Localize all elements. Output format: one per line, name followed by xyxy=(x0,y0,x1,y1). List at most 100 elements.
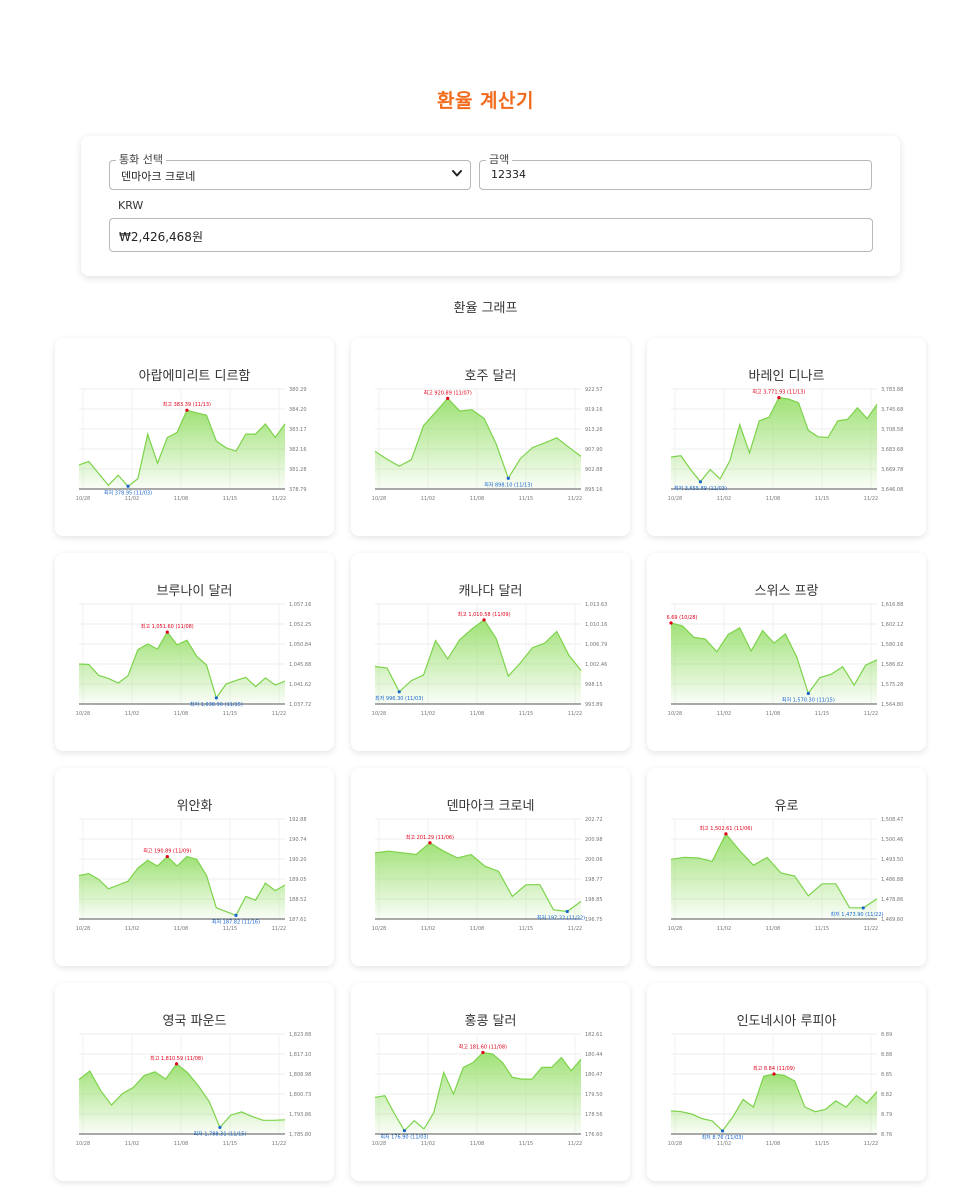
x-tick-label: 11/08 xyxy=(766,496,780,502)
min-marker xyxy=(214,696,218,700)
x-tick-label: 11/02 xyxy=(421,1141,435,1147)
y-tick-label: 384.20 xyxy=(289,407,307,413)
krw-result-value: ₩2,426,468원 xyxy=(119,230,203,244)
currency-select-legend: 통화 선택 xyxy=(116,152,166,168)
x-tick-label: 11/08 xyxy=(470,496,484,502)
x-tick-label: 11/22 xyxy=(864,1141,878,1147)
x-tick-label: 10/28 xyxy=(372,926,386,932)
chart-card: 유로 1,508.47 1,500.46 1,493.50 1,486.88 1,478.… xyxy=(647,768,926,966)
page-title: 환율 계산기 xyxy=(436,90,534,112)
x-tick-label: 11/08 xyxy=(174,711,188,717)
min-label: 최저 3,655.89 (11/03) xyxy=(674,485,727,492)
chart-title: 영국 파운드 xyxy=(162,1014,227,1029)
max-marker xyxy=(481,1050,485,1055)
x-tick-label: 11/08 xyxy=(470,711,484,717)
min-marker xyxy=(720,1129,725,1133)
x-tick-label: 11/15 xyxy=(519,496,533,502)
y-tick-label: 1,041.62 xyxy=(289,682,311,688)
x-tick-label: 11/15 xyxy=(815,711,829,717)
y-tick-label: 202.72 xyxy=(585,817,603,823)
y-tick-label: 383.17 xyxy=(289,427,307,433)
y-tick-label: 8.76 xyxy=(881,1132,892,1138)
y-tick-label: 1,602.12 xyxy=(881,622,903,628)
x-tick-label: 10/28 xyxy=(668,1141,682,1147)
y-tick-label: 180.47 xyxy=(585,1072,603,1078)
y-tick-label: 993.89 xyxy=(585,702,603,708)
min-marker xyxy=(402,1129,407,1133)
max-label: 최고 1,010.58 (11/09) xyxy=(458,611,511,618)
x-tick-label: 10/28 xyxy=(668,711,682,717)
amount-field-value[interactable]: 12334 xyxy=(491,168,526,181)
x-tick-label: 10/28 xyxy=(668,926,682,932)
exchange-rate-chart: 1,823.88 1,817.10 1,808.98 1,800.73 1,793.86… xyxy=(76,1032,311,1147)
y-tick-label: 3,683.68 xyxy=(881,447,903,453)
max-marker xyxy=(772,1072,776,1076)
min-label: 최저 1,570.30 (11/15) xyxy=(782,696,835,703)
x-tick-label: 11/15 xyxy=(519,1141,533,1147)
amount-field[interactable]: 금액 12334 xyxy=(479,152,872,190)
y-tick-label: 380.29 xyxy=(289,387,307,393)
x-tick-label: 10/28 xyxy=(76,1141,90,1147)
series-area xyxy=(671,833,877,919)
max-marker xyxy=(428,841,432,845)
exchange-rate-chart: 192.88 190.74 190.20 189.05 188.52 187.61 10/2… xyxy=(76,817,307,932)
y-tick-label: 178.56 xyxy=(585,1112,603,1118)
krw-result-field: ₩2,426,468원 xyxy=(109,218,873,252)
min-marker xyxy=(506,476,510,480)
max-marker xyxy=(669,621,673,625)
x-tick-label: 10/28 xyxy=(372,711,386,717)
x-tick-label: 11/22 xyxy=(568,926,582,932)
y-tick-label: 3,783.88 xyxy=(881,387,903,393)
max-label: 최고 190.89 (11/09) xyxy=(143,848,191,855)
x-tick-label: 11/15 xyxy=(223,711,237,717)
y-tick-label: 1,817.10 xyxy=(289,1052,311,1058)
chevron-down-icon[interactable] xyxy=(450,166,464,182)
y-tick-label: 1,006.79 xyxy=(585,642,607,648)
y-tick-label: 190.74 xyxy=(289,837,307,843)
max-label: 최고 383.39 (11/13) xyxy=(163,401,211,408)
exchange-rate-chart: 8.89 8.88 8.85 8.82 8.79 8.76 10/28 11/02 11/08 1… xyxy=(668,1032,892,1147)
y-tick-label: 1,575.28 xyxy=(881,682,903,688)
y-tick-label: 180.44 xyxy=(585,1052,603,1058)
y-tick-label: 200.98 xyxy=(585,837,603,843)
max-label: 최고 1,502.61 (11/06) xyxy=(699,825,752,832)
chart-title: 홍콩 달러 xyxy=(464,1014,517,1029)
x-tick-label: 11/22 xyxy=(272,496,286,502)
max-label: 최고 3,771.93 (11/13) xyxy=(752,389,805,396)
x-tick-label: 11/22 xyxy=(568,496,582,502)
y-tick-label: 8.89 xyxy=(881,1032,892,1038)
chart-title: 바레인 디나르 xyxy=(748,369,825,384)
chart-title: 인도네시아 루피아 xyxy=(736,1014,837,1029)
max-label: 최고 201.29 (11/06) xyxy=(406,834,454,841)
chart-title: 유로 xyxy=(774,799,799,814)
min-marker xyxy=(126,484,130,488)
y-tick-label: 1,478.86 xyxy=(881,897,903,903)
max-marker xyxy=(165,630,169,634)
series-area xyxy=(671,397,877,489)
min-label: 최저 176.90 (11/03) xyxy=(380,1134,428,1141)
x-tick-label: 11/08 xyxy=(174,1141,188,1147)
series-area xyxy=(375,619,581,704)
y-tick-label: 1,057.16 xyxy=(289,602,311,608)
max-marker xyxy=(777,396,781,400)
x-tick-label: 11/08 xyxy=(174,496,188,502)
exchange-rate-chart: 1,057.16 1,052.25 1,050.84 1,045.88 1,041.62… xyxy=(76,602,311,717)
min-marker xyxy=(698,480,703,484)
exchange-rate-chart: 380.29 384.20 383.17 382.16 381.28 378.79 10/2… xyxy=(76,387,307,502)
exchange-rate-chart: 182.61 180.44 180.47 179.50 178.56 176.60 10/2… xyxy=(372,1032,603,1147)
calculator-card: 통화 선택 덴마아크 크로네 금액 12334 KRW ₩2,426,468원 xyxy=(81,136,900,276)
y-tick-label: 179.50 xyxy=(585,1092,603,1098)
y-tick-label: 895.16 xyxy=(585,487,603,493)
max-marker xyxy=(185,408,189,412)
y-tick-label: 1,013.63 xyxy=(585,602,607,608)
y-tick-label: 1,469.60 xyxy=(881,917,903,923)
x-tick-label: 10/28 xyxy=(668,496,682,502)
exchange-rate-chart: 1,508.47 1,500.46 1,493.50 1,486.88 1,478.86… xyxy=(668,817,903,932)
y-tick-label: 1,616.88 xyxy=(881,602,903,608)
x-tick-label: 11/15 xyxy=(815,496,829,502)
chart-card: 바레인 디나르 3,783.88 3,745.68 3,708.58 3,683.68 3… xyxy=(647,338,926,536)
chart-title: 아랍에미리트 디르함 xyxy=(138,369,251,384)
y-tick-label: 188.52 xyxy=(289,897,307,903)
currency-select[interactable]: 통화 선택 덴마아크 크로네 xyxy=(109,152,471,190)
y-tick-label: 8.79 xyxy=(881,1112,892,1118)
